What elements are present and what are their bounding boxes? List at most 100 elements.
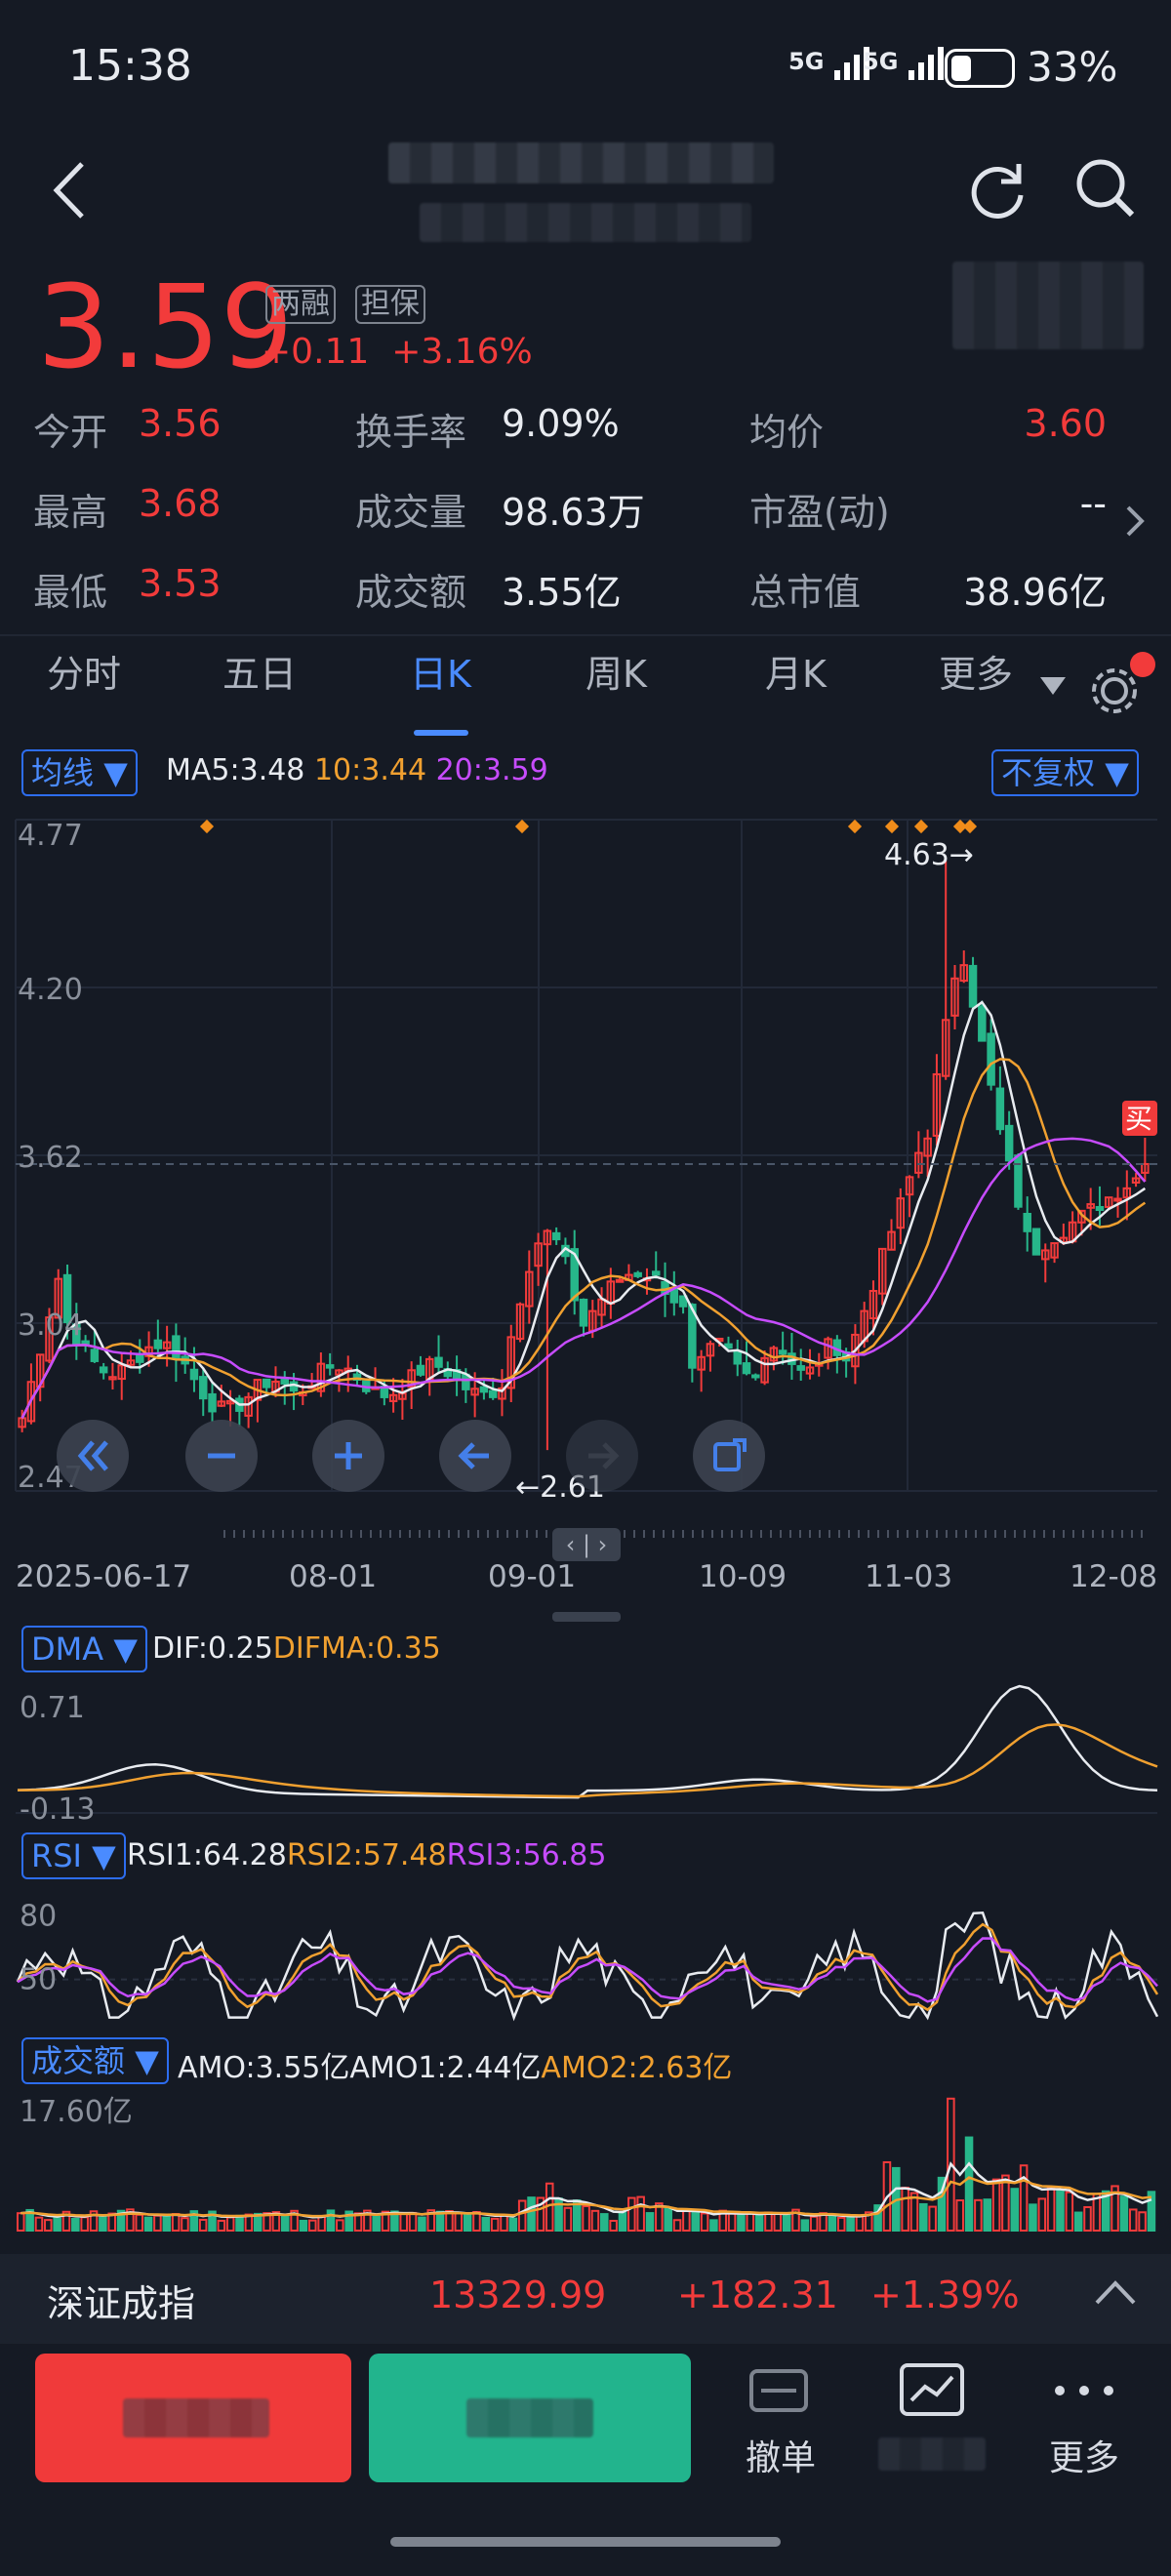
expand-stats-button[interactable] <box>1120 500 1150 543</box>
amo-bar <box>490 2217 500 2233</box>
sell-label-redacted <box>466 2398 593 2437</box>
jump-start-button[interactable] <box>57 1420 129 1492</box>
more-tab-caret-icon[interactable] <box>1040 677 1066 701</box>
chevron-up-icon <box>1095 2280 1136 2305</box>
rsi-selector[interactable]: RSI ▼ <box>21 1832 126 1879</box>
amo-bar <box>955 2199 964 2232</box>
amo-bar <box>809 2215 819 2232</box>
zoom-in-button[interactable] <box>312 1420 384 1492</box>
candle-body <box>551 1231 561 1241</box>
amo-bar <box>408 2211 418 2232</box>
amo-bar <box>590 2209 600 2233</box>
tab-3[interactable]: 周K <box>586 644 647 698</box>
zoom-out-button[interactable] <box>185 1420 258 1492</box>
stat-label: 市盈(动) <box>749 491 890 534</box>
dma-selector[interactable]: DMA ▼ <box>21 1626 147 1672</box>
tab-4[interactable]: 月K <box>765 644 827 698</box>
amo-bar <box>17 2212 25 2232</box>
amo-bar <box>919 2202 928 2232</box>
pan-right-button[interactable] <box>566 1420 638 1492</box>
chart-settings-icon <box>900 2363 964 2416</box>
back-button[interactable] <box>45 156 94 224</box>
ma-selector[interactable]: 均线 ▼ <box>21 749 138 796</box>
x-tick-label: 09-01 <box>488 1559 577 1594</box>
amo-bar <box>855 2215 865 2233</box>
tab-1[interactable]: 五日 <box>222 644 297 698</box>
plus-icon <box>335 1442 362 1469</box>
stat-value: 3.60 <box>1024 402 1107 445</box>
refresh-button[interactable] <box>966 156 1030 221</box>
amo-bar <box>162 2214 172 2232</box>
tab-5[interactable]: 更多 <box>939 644 1013 698</box>
more-actions-button[interactable]: 更多 <box>1030 2361 1138 2478</box>
reset-view-button[interactable] <box>693 1420 765 1492</box>
amo-bar <box>225 2216 235 2233</box>
scroll-handle[interactable]: ‹ | › <box>552 1528 621 1561</box>
amo-bar <box>1029 2203 1037 2233</box>
related-quote-redacted <box>952 262 1144 349</box>
event-marker <box>514 819 530 834</box>
candle-body <box>751 1374 760 1379</box>
stat-label: 成交额 <box>355 571 467 614</box>
candle-body <box>198 1376 208 1400</box>
x-tick-label: 11-03 <box>865 1559 953 1594</box>
cancel-order-label: 撤单 <box>745 2438 816 2478</box>
stat-value: 3.56 <box>139 402 222 445</box>
expand-index-button[interactable] <box>1091 2274 1140 2316</box>
y-tick-label: 3.62 <box>18 1141 83 1175</box>
amo-bar <box>836 2216 846 2233</box>
amo-bar <box>1019 2164 1029 2232</box>
amo-bar <box>991 2178 1001 2232</box>
dma-y-bottom: -0.13 <box>20 1792 96 1823</box>
amo-bar <box>1119 2195 1129 2232</box>
stat-label: 成交量 <box>355 491 467 534</box>
event-marker <box>847 819 863 834</box>
more-actions-label: 更多 <box>1048 2438 1119 2478</box>
candle-body <box>1023 1212 1031 1232</box>
amo-bar <box>1128 2208 1138 2232</box>
sell-button[interactable] <box>369 2354 691 2482</box>
pan-left-button[interactable] <box>439 1420 511 1492</box>
amo-bar <box>472 2210 481 2232</box>
amo-bar <box>135 2213 144 2233</box>
event-marker <box>199 819 215 834</box>
amo-bar <box>782 2213 791 2233</box>
candle-body <box>434 1356 443 1368</box>
amo-bar <box>709 2219 718 2232</box>
rsi-y-mid: 50 <box>20 1963 57 1997</box>
amo-bar <box>235 2214 244 2233</box>
candle-body <box>136 1353 144 1363</box>
tab-2[interactable]: 日K <box>410 644 471 698</box>
amo-bar <box>336 2219 344 2233</box>
cancel-order-button[interactable]: 撤单 <box>732 2361 829 2478</box>
y-tick-label: 4.20 <box>18 973 83 1007</box>
amo-selector[interactable]: 成交额 ▼ <box>21 2037 169 2084</box>
x-tick-label: 08-01 <box>289 1559 378 1594</box>
amo-bar <box>727 2212 737 2232</box>
chart-settings-button[interactable] <box>1087 652 1155 718</box>
notification-dot <box>1130 652 1155 677</box>
more-dots-icon <box>1055 2386 1113 2395</box>
amo-bar <box>153 2214 162 2233</box>
candle-body <box>462 1373 470 1390</box>
amo-bar <box>198 2218 208 2232</box>
amo-bar <box>846 2216 855 2233</box>
arrow-left-icon <box>458 1442 489 1469</box>
candle-body <box>987 1032 995 1086</box>
amo-bar <box>964 2136 974 2232</box>
amo-bar <box>974 2198 983 2233</box>
tab-0[interactable]: 分时 <box>47 644 121 698</box>
amo-bar <box>517 2199 527 2232</box>
amo-bar <box>181 2217 189 2233</box>
buy-button[interactable] <box>35 2354 351 2482</box>
amo-bar <box>764 2211 773 2232</box>
pane-divider-handle[interactable] <box>552 1612 621 1622</box>
search-button[interactable] <box>1073 156 1138 221</box>
dif-line <box>17 1684 1158 1799</box>
index-change-pct: +1.39% <box>870 2274 1020 2316</box>
stat-label: 换手率 <box>355 411 467 454</box>
battery-percent: 33% <box>1027 43 1118 91</box>
amo-bar <box>1065 2191 1074 2232</box>
adjust-selector[interactable]: 不复权 ▼ <box>991 749 1139 796</box>
positions-button[interactable] <box>868 2361 995 2478</box>
